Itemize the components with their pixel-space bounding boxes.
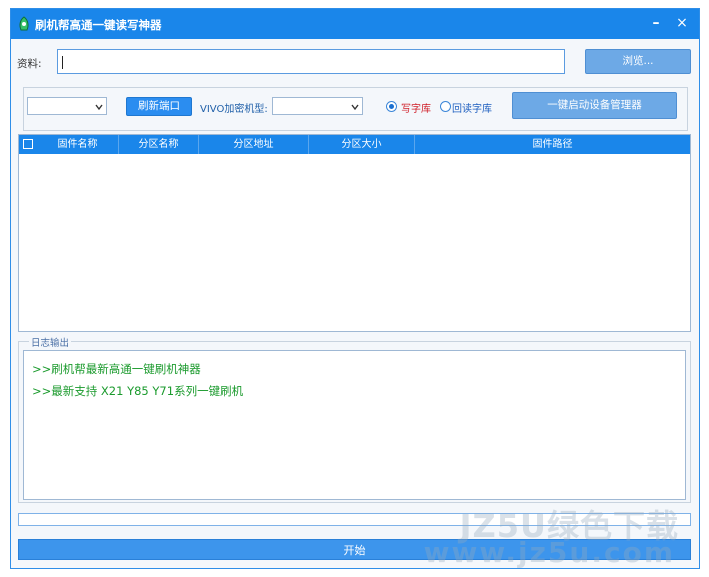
device-manager-button[interactable]: 一键启动设备管理器 [512, 92, 677, 119]
file-label: 资料: [17, 58, 42, 70]
vivo-model-select[interactable] [272, 97, 363, 115]
minimize-button[interactable]: – [645, 12, 667, 34]
title-bar: 刷机帮高通一键读写神器 – × [11, 9, 699, 39]
log-group: 日志输出 >>刷机帮最新高通一键刷机神器 >>最新支持 X21 Y85 Y71系… [18, 335, 691, 503]
vivo-label: VIVO加密机型: [200, 104, 268, 115]
write-radio[interactable] [386, 101, 397, 112]
refresh-port-button[interactable]: 刷新端口 [126, 97, 192, 116]
port-select[interactable] [27, 97, 107, 115]
file-path-input[interactable] [57, 49, 565, 74]
chevron-down-icon [351, 101, 359, 111]
main-window: 刷机帮高通一键读写神器 – × 资料: 浏览... 刷新端口 VIVO加密机型:… [10, 8, 700, 569]
col-firmware-name[interactable]: 固件名称 [37, 135, 119, 154]
firmware-table[interactable]: 固件名称 分区名称 分区地址 分区大小 固件路径 [18, 134, 691, 332]
browse-button[interactable]: 浏览... [585, 49, 691, 74]
write-radio-label: 写字库 [401, 104, 431, 115]
window-title: 刷机帮高通一键读写神器 [35, 18, 162, 32]
text-caret [62, 56, 63, 69]
col-partition-name[interactable]: 分区名称 [119, 135, 199, 154]
chevron-down-icon [95, 101, 103, 111]
options-group: 刷新端口 VIVO加密机型: 写字库 回读字库 一键启动设备管理器 [23, 87, 688, 131]
log-line: >>刷机帮最新高通一键刷机神器 [32, 362, 201, 376]
table-header: 固件名称 分区名称 分区地址 分区大小 固件路径 [19, 135, 690, 154]
read-radio[interactable] [440, 101, 451, 112]
read-radio-label: 回读字库 [452, 104, 492, 115]
app-logo-icon [17, 16, 31, 32]
col-partition-address[interactable]: 分区地址 [199, 135, 309, 154]
watermark-url: www.jz5u.com [423, 536, 675, 569]
col-partition-size[interactable]: 分区大小 [309, 135, 415, 154]
close-button[interactable]: × [671, 12, 693, 34]
log-line: >>最新支持 X21 Y85 Y71系列一键刷机 [32, 384, 244, 398]
log-title: 日志输出 [29, 335, 72, 349]
col-firmware-path[interactable]: 固件路径 [415, 135, 690, 154]
log-output[interactable]: >>刷机帮最新高通一键刷机神器 >>最新支持 X21 Y85 Y71系列一键刷机 [23, 350, 686, 500]
select-all-checkbox[interactable] [23, 139, 33, 149]
